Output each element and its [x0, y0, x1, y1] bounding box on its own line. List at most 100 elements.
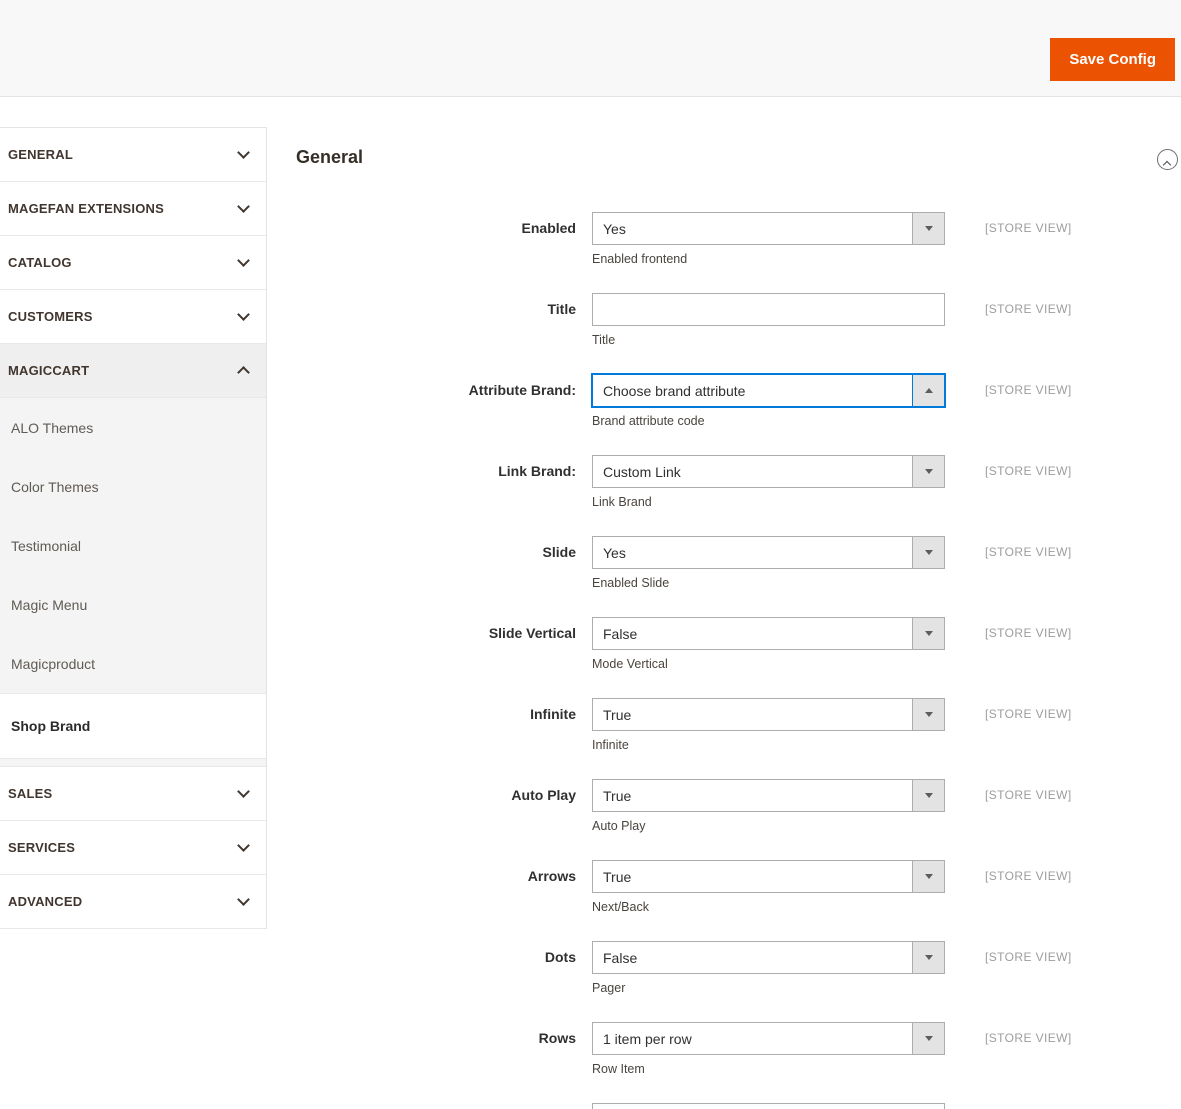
sidebar-section-catalog[interactable]: CATALOG	[0, 236, 266, 290]
attribute-brand-select[interactable]: Choose brand attribute	[592, 374, 945, 407]
sidebar-section-advanced[interactable]: ADVANCED	[0, 875, 266, 929]
caret-down-icon	[924, 631, 933, 636]
dropdown-arrow-button[interactable]	[912, 942, 944, 973]
field-control: True	[592, 698, 945, 731]
field-control: False	[592, 617, 945, 650]
field-control: True	[592, 779, 945, 812]
general-form: Enabled Yes Enabled frontend [STORE VIEW…	[296, 212, 1176, 1109]
field-control: False	[592, 941, 945, 974]
field-label: Infinite	[530, 706, 576, 722]
selected-option-label: Yes	[603, 220, 626, 237]
rows-select[interactable]: 1 item per row	[592, 1022, 945, 1055]
auto-play-select[interactable]: True	[592, 779, 945, 812]
dropdown-arrow-button[interactable]	[912, 213, 944, 244]
field-helper-text: Brand attribute code	[592, 414, 705, 428]
sidebar-subitem-alo-themes[interactable]: ALO Themes	[0, 398, 266, 457]
field-label: Rows	[538, 1030, 576, 1046]
sidebar-section-customers[interactable]: CUSTOMERS	[0, 290, 266, 344]
sidebar-section-label: ADVANCED	[8, 894, 83, 909]
dropdown-arrow-button[interactable]	[912, 618, 944, 649]
dropdown-arrow-button[interactable]	[912, 537, 944, 568]
field-label: Arrows	[527, 868, 576, 884]
selected-option-label: Choose brand attribute	[603, 382, 746, 399]
sidebar-section-general[interactable]: GENERAL	[0, 128, 266, 182]
sidebar-sections-bottom: SALES SERVICES ADVANCED	[0, 767, 266, 929]
dropdown-arrow-button[interactable]	[912, 456, 944, 487]
dropdown-arrow-button[interactable]	[912, 861, 944, 892]
caret-down-icon	[924, 550, 933, 555]
sidebar-section-label: MAGICCART	[8, 363, 90, 378]
field-helper-text: Auto Play	[592, 819, 646, 833]
sidebar-section-label: CATALOG	[8, 255, 72, 270]
arrows-select[interactable]: True	[592, 860, 945, 893]
field-label: Link Brand:	[498, 463, 576, 479]
field-helper-text: Link Brand	[592, 495, 652, 509]
selected-option-label: True	[603, 868, 632, 885]
field-label: Slide Vertical	[488, 625, 576, 641]
dropdown-arrow-button[interactable]	[912, 375, 944, 406]
field-scope-label: [STORE VIEW]	[985, 545, 1072, 559]
sidebar-subitem-magicproduct[interactable]: Magicproduct	[0, 634, 266, 693]
extra-input[interactable]	[592, 1103, 945, 1109]
field-label: Slide	[542, 544, 576, 560]
field-control	[592, 293, 945, 326]
field-helper-text: Title	[592, 333, 616, 347]
title-input[interactable]	[592, 293, 945, 326]
save-config-button[interactable]: Save Config	[1050, 38, 1175, 81]
field-control: Choose brand attribute	[592, 374, 945, 407]
field-scope-label: [STORE VIEW]	[985, 788, 1072, 802]
field-row-infinite: Infinite True Infinite [STORE VIEW]	[296, 698, 1176, 779]
sidebar-subitem-magic-menu[interactable]: Magic Menu	[0, 575, 266, 634]
link-brand-select[interactable]: Custom Link	[592, 455, 945, 488]
field-scope-label: [STORE VIEW]	[985, 464, 1072, 478]
field-scope-label: [STORE VIEW]	[985, 302, 1072, 316]
sidebar-subitem-color-themes[interactable]: Color Themes	[0, 457, 266, 516]
sidebar-section-magefan-extensions[interactable]: MAGEFAN EXTENSIONS	[0, 182, 266, 236]
sidebar-section-label: SALES	[8, 786, 53, 801]
field-control	[592, 1103, 945, 1109]
sidebar-subitem-testimonial[interactable]: Testimonial	[0, 516, 266, 575]
selected-option-label: Yes	[603, 544, 626, 561]
sidebar-section-services[interactable]: SERVICES	[0, 821, 266, 875]
selected-option-label: True	[603, 787, 632, 804]
field-helper-text: Infinite	[592, 738, 629, 752]
chevron-down-icon	[237, 893, 250, 906]
caret-down-icon	[924, 1036, 933, 1041]
dropdown-arrow-button[interactable]	[912, 1023, 944, 1054]
infinite-select[interactable]: True	[592, 698, 945, 731]
field-helper-text: Next/Back	[592, 900, 649, 914]
selected-option-label: True	[603, 706, 632, 723]
enabled-select[interactable]: Yes	[592, 212, 945, 245]
dropdown-arrow-button[interactable]	[912, 699, 944, 730]
slide-select[interactable]: Yes	[592, 536, 945, 569]
chevron-up-icon	[237, 366, 250, 379]
field-row-dots: Dots False Pager [STORE VIEW]	[296, 941, 1176, 1022]
sidebar-section-sales[interactable]: SALES	[0, 767, 266, 821]
field-helper-text: Pager	[592, 981, 626, 995]
dots-select[interactable]: False	[592, 941, 945, 974]
field-helper-text: Enabled frontend	[592, 252, 688, 266]
field-control: Yes	[592, 536, 945, 569]
chevron-down-icon	[237, 839, 250, 852]
field-control: Yes	[592, 212, 945, 245]
config-page: Save Config GENERAL MAGEFAN EXTENSIONS C…	[0, 0, 1181, 1109]
field-scope-label: [STORE VIEW]	[985, 383, 1072, 397]
field-scope-label: [STORE VIEW]	[985, 221, 1072, 235]
chevron-down-icon	[237, 146, 250, 159]
chevron-down-icon	[237, 254, 250, 267]
chevron-down-icon	[237, 785, 250, 798]
field-control: True	[592, 860, 945, 893]
caret-down-icon	[924, 469, 933, 474]
field-label: Dots	[544, 949, 576, 965]
caret-down-icon	[924, 793, 933, 798]
sidebar-section-magiccart[interactable]: MAGICCART	[0, 344, 266, 398]
section-collapse-button[interactable]	[1157, 149, 1178, 170]
slide-vertical-select[interactable]: False	[592, 617, 945, 650]
field-scope-label	[985, 1103, 1176, 1109]
caret-down-icon	[924, 955, 933, 960]
sidebar-subnav-tail	[0, 759, 266, 767]
sidebar-section-label: SERVICES	[8, 840, 76, 855]
dropdown-arrow-button[interactable]	[912, 780, 944, 811]
sidebar-subitem-shop-brand[interactable]: Shop Brand	[0, 693, 266, 759]
selected-option-label: Custom Link	[603, 463, 681, 480]
